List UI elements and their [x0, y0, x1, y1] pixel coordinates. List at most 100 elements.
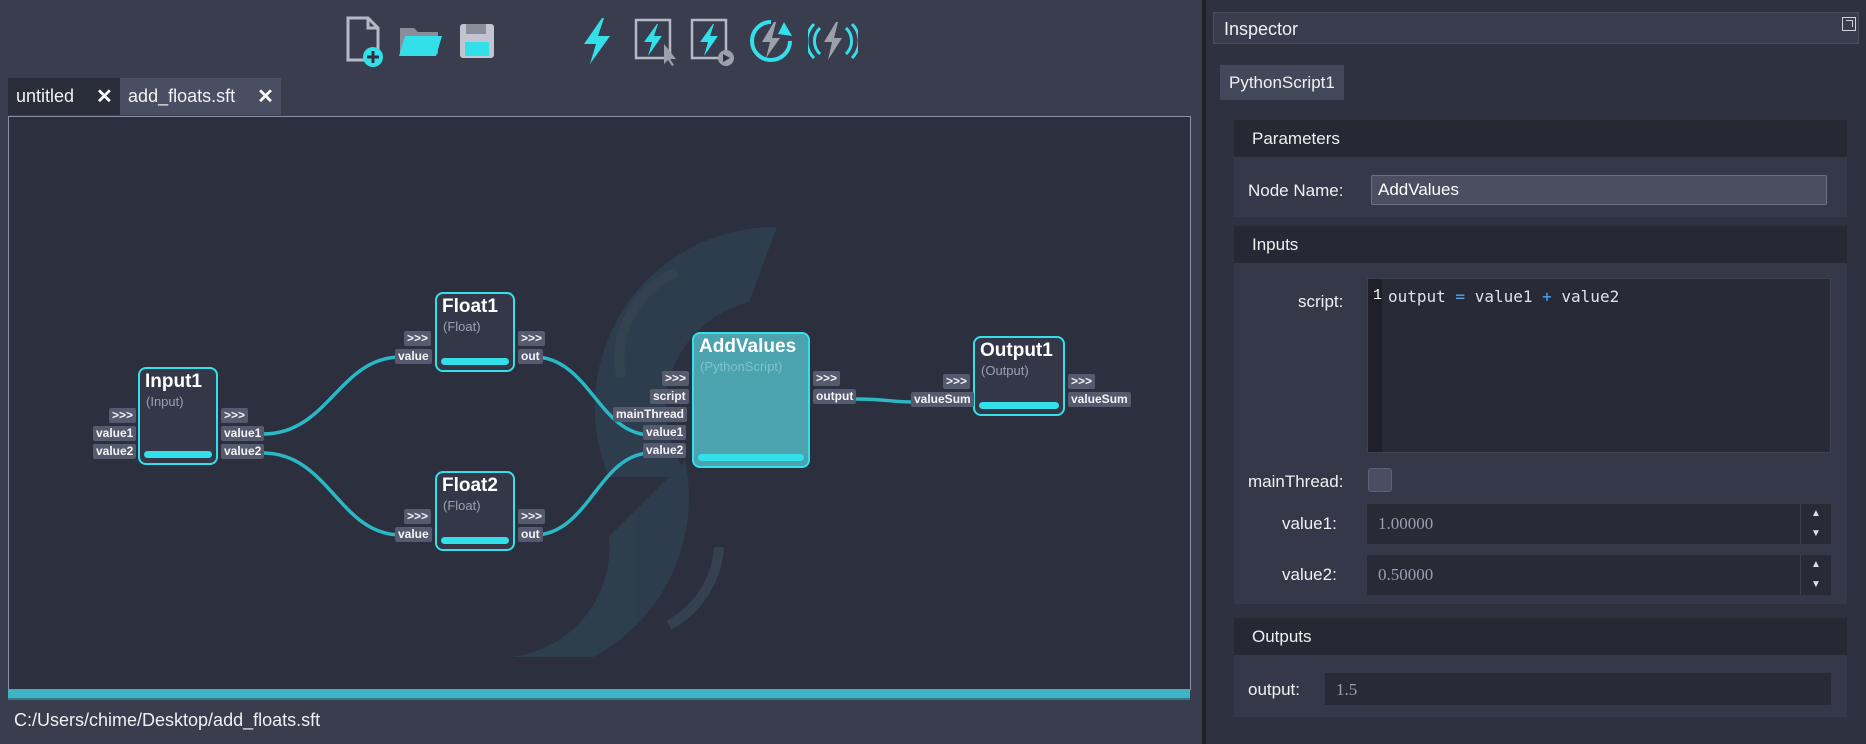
- inputs-heading: Inputs: [1234, 226, 1847, 263]
- output-port-arrow[interactable]: >>>: [1068, 374, 1096, 389]
- output-port-value1[interactable]: value1: [221, 426, 265, 441]
- inspector-panel: Inspector PythonScript1 Parameters Node …: [1206, 0, 1866, 744]
- connection-input1-float1: [262, 355, 402, 436]
- input-port-value[interactable]: value: [395, 349, 432, 364]
- node-float2[interactable]: Float2 (Float): [435, 471, 515, 551]
- input-port-value1[interactable]: value1: [643, 425, 687, 440]
- input-port-valuesum[interactable]: valueSum: [911, 392, 974, 407]
- tab-add-floats[interactable]: add_floats.sft ✕: [120, 78, 282, 115]
- parameters-heading: Parameters: [1234, 120, 1847, 157]
- output-port-valuesum[interactable]: valueSum: [1068, 392, 1131, 407]
- spin-buttons: ▲ ▼: [1800, 504, 1831, 544]
- output-port-arrow[interactable]: >>>: [221, 408, 249, 423]
- node-float1[interactable]: Float1 (Float): [435, 292, 515, 372]
- node-title: Output1: [980, 340, 1053, 361]
- run-selected-button[interactable]: [630, 14, 680, 68]
- input-port-value2[interactable]: value2: [643, 443, 687, 458]
- node-type: (PythonScript): [700, 359, 783, 374]
- run-step-button[interactable]: [686, 14, 736, 68]
- output-port-arrow[interactable]: >>>: [813, 371, 841, 386]
- input-port-script[interactable]: script: [650, 389, 689, 404]
- input-port-value1[interactable]: value1: [93, 426, 137, 441]
- node-name-label: Node Name:: [1248, 181, 1344, 200]
- line-gutter: [1368, 279, 1382, 452]
- new-file-icon: [346, 16, 383, 67]
- run-loop-button[interactable]: [746, 14, 796, 68]
- run-button[interactable]: [572, 14, 622, 68]
- undock-icon[interactable]: [1842, 17, 1856, 31]
- output-port-arrow[interactable]: >>>: [518, 509, 546, 524]
- node-title: Float2: [442, 475, 498, 496]
- close-icon[interactable]: ✕: [257, 84, 274, 109]
- value1-label: value1:: [1282, 514, 1337, 533]
- value1-spinbox[interactable]: 1.00000 ▲ ▼: [1367, 504, 1831, 544]
- node-type: (Output): [981, 363, 1029, 378]
- script-label: script:: [1298, 292, 1344, 311]
- connection-input1-float2: [262, 451, 402, 537]
- output-label: output:: [1248, 680, 1300, 699]
- node-title: Input1: [145, 371, 202, 392]
- value2-label: value2:: [1282, 565, 1337, 584]
- parameters-group: Parameters Node Name:: [1234, 120, 1847, 217]
- decrement-icon[interactable]: ▼: [1801, 524, 1831, 544]
- inspector-title: Inspector: [1224, 19, 1299, 39]
- new-file-button[interactable]: [340, 14, 390, 68]
- code-token: value1: [1474, 287, 1533, 306]
- node-status-bar: [698, 454, 804, 461]
- node-status-bar: [441, 358, 509, 365]
- decrement-icon[interactable]: ▼: [1801, 575, 1831, 595]
- node-type: (Input): [146, 394, 184, 409]
- increment-icon[interactable]: ▲: [1801, 555, 1831, 575]
- tab-untitled[interactable]: untitled ✕: [8, 78, 121, 115]
- run-loop-icon: [750, 20, 792, 62]
- output-port-out[interactable]: out: [518, 527, 543, 542]
- output-port-value2[interactable]: value2: [221, 444, 265, 459]
- input-port-value[interactable]: value: [395, 527, 432, 542]
- outputs-group: Outputs output: 1.5: [1234, 618, 1847, 717]
- node-addvalues[interactable]: AddValues (PythonScript): [692, 332, 810, 468]
- code-operator: =: [1445, 287, 1475, 306]
- save-icon: [460, 24, 494, 58]
- value1-value: 1.00000: [1378, 514, 1434, 533]
- file-tabs: untitled ✕ add_floats.sft ✕: [8, 78, 282, 115]
- code-token: output: [1388, 287, 1446, 306]
- inputs-group: Inputs script: 1 output = value1 + value…: [1234, 226, 1847, 604]
- input-port-arrow[interactable]: >>>: [662, 371, 690, 386]
- run-broadcast-button[interactable]: [808, 14, 858, 68]
- node-graph-canvas[interactable]: Input1 (Input) >>> value1 value2 >>> val…: [8, 116, 1191, 690]
- line-number: 1: [1373, 287, 1383, 304]
- input-port-arrow[interactable]: >>>: [404, 509, 432, 524]
- value2-spinbox[interactable]: 0.50000 ▲ ▼: [1367, 555, 1831, 595]
- outputs-heading: Outputs: [1234, 618, 1847, 655]
- node-output1[interactable]: Output1 (Output): [973, 336, 1065, 416]
- spin-buttons: ▲ ▼: [1800, 555, 1831, 595]
- value2-value: 0.50000: [1378, 565, 1434, 584]
- node-name-input[interactable]: [1371, 175, 1827, 205]
- editor-area: untitled ✕ add_floats.sft ✕ Input1 (Inpu…: [0, 0, 1202, 744]
- tab-pythonscript1[interactable]: PythonScript1: [1220, 65, 1344, 100]
- progress-track: [8, 698, 1190, 700]
- output-port-arrow[interactable]: >>>: [518, 331, 546, 346]
- close-icon[interactable]: ✕: [96, 84, 113, 109]
- mainthread-checkbox[interactable]: [1368, 468, 1392, 492]
- input-port-arrow[interactable]: >>>: [943, 374, 971, 389]
- increment-icon[interactable]: ▲: [1801, 504, 1831, 524]
- input-port-arrow[interactable]: >>>: [109, 408, 137, 423]
- connection-addvalues-output1: [852, 397, 916, 404]
- run-broadcast-icon: [808, 22, 858, 60]
- input-port-value2[interactable]: value2: [93, 444, 137, 459]
- input-port-arrow[interactable]: >>>: [404, 331, 432, 346]
- output-port-out[interactable]: out: [518, 349, 543, 364]
- save-button[interactable]: [452, 14, 502, 68]
- node-input1[interactable]: Input1 (Input): [138, 367, 218, 465]
- inspector-header: Inspector: [1213, 12, 1859, 44]
- input-port-mainthread[interactable]: mainThread: [613, 407, 688, 422]
- output-port-output[interactable]: output: [813, 389, 857, 404]
- open-folder-icon: [399, 28, 442, 56]
- run-step-icon: [690, 18, 734, 66]
- execution-progress-bar: [8, 690, 1190, 698]
- node-status-bar: [441, 537, 509, 544]
- script-editor[interactable]: 1 output = value1 + value2: [1367, 278, 1831, 453]
- run-selected-icon: [634, 18, 676, 66]
- open-button[interactable]: [396, 14, 446, 68]
